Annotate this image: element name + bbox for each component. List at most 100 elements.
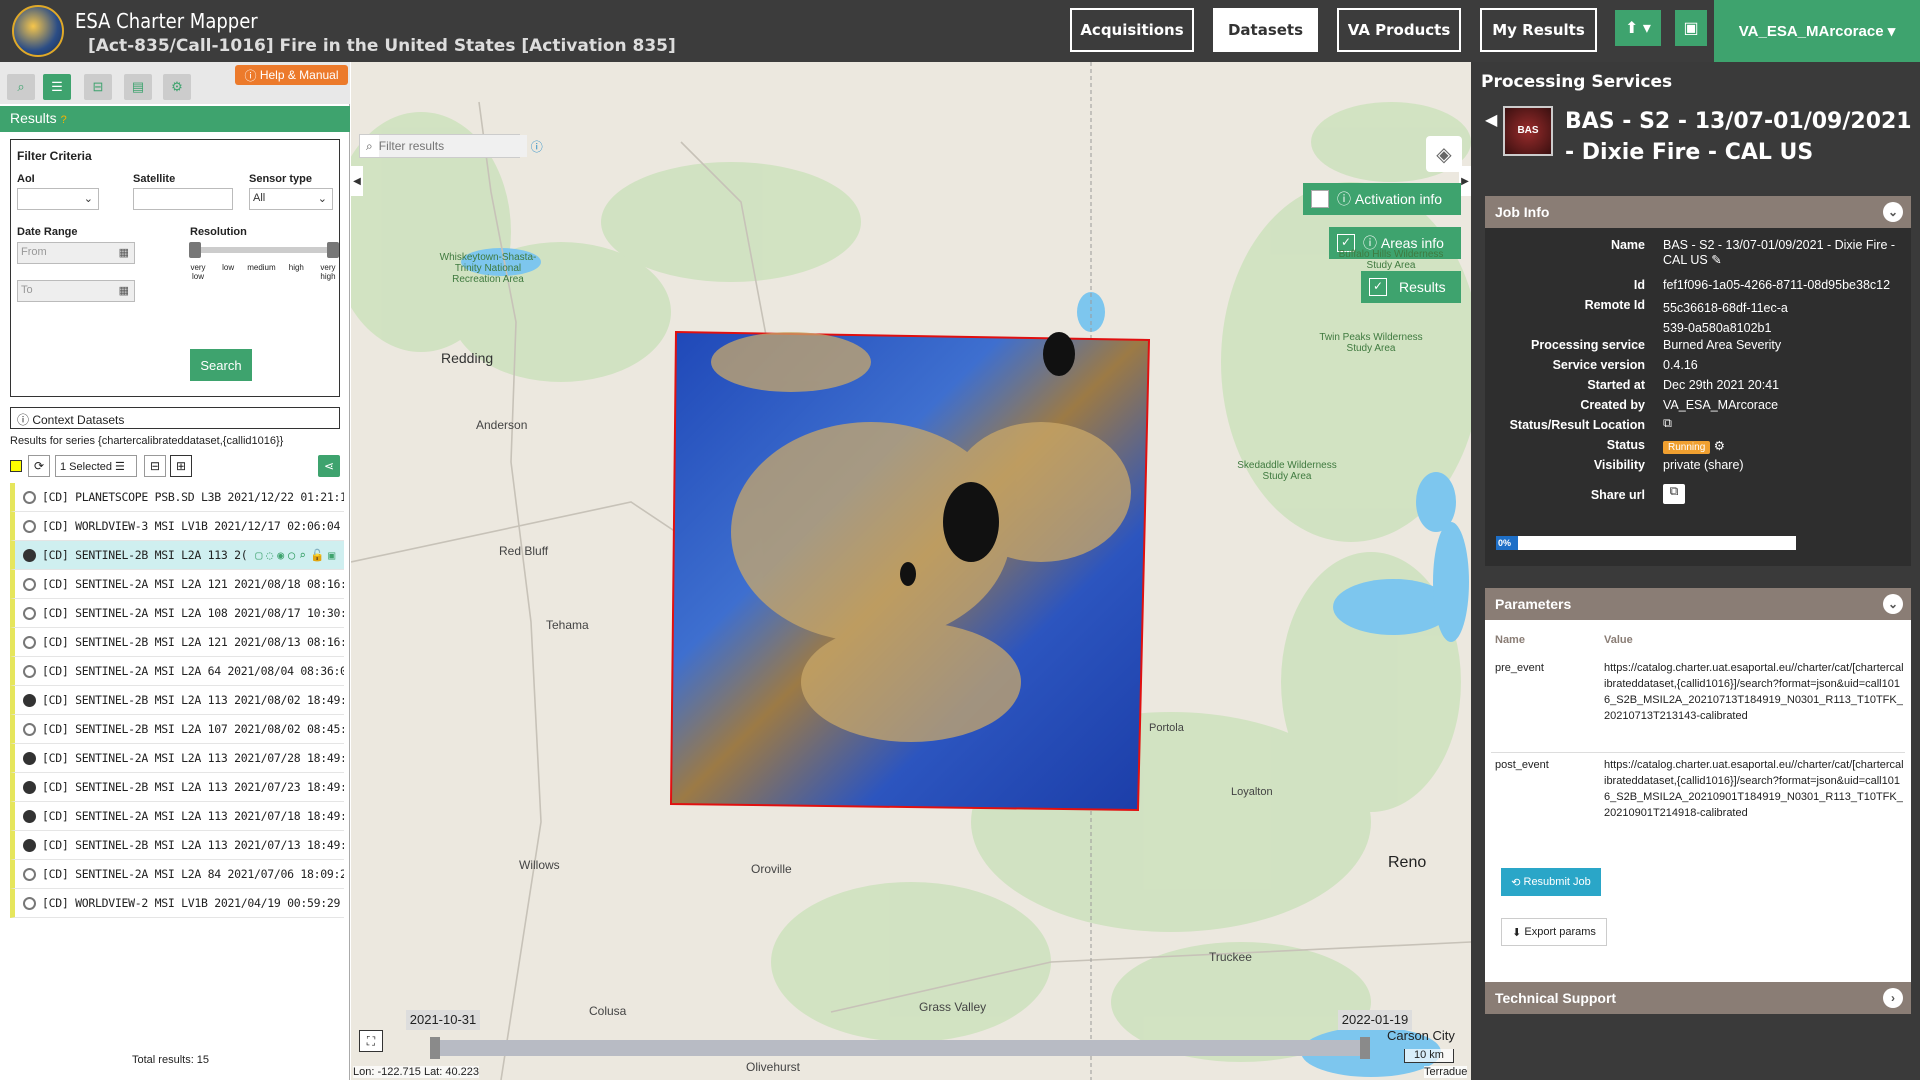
list-item[interactable]: [CD] SENTINEL-2A MSI L2A 108 2021/08/17 … [10, 599, 344, 628]
list-item[interactable]: [CD] SENTINEL-2B MSI L2A 113 2021/07/23 … [10, 773, 344, 802]
chevron-down-icon[interactable]: ⌄ [1883, 594, 1903, 614]
list-item[interactable]: [CD] SENTINEL-2B MSI L2A 121 2021/08/13 … [10, 628, 344, 657]
export-label: Export params [1524, 926, 1596, 938]
settings-tab[interactable]: ⚙ [163, 74, 191, 100]
collapse-left-arrow[interactable]: ◀ [351, 166, 363, 196]
filter-results-input[interactable] [378, 135, 527, 157]
back-arrow[interactable]: ◀ [1485, 110, 1497, 130]
calendar-icon[interactable]: ▦ [119, 246, 129, 259]
add-to-basket-button[interactable]: ⊟ [144, 455, 166, 477]
top-bar: ESA Charter Mapper [Act-835/Call-1016] F… [0, 0, 1920, 62]
list-item[interactable]: [CD] PLANETSCOPE PSB.SD L3B 2021/12/22 0… [10, 483, 344, 512]
series-text: Results for series {chartercalibrateddat… [10, 435, 284, 447]
map-view[interactable]: ⌕ ⓘ ◀ ▶ ◈ ⓘ Activation info ✓ ⓘ Areas in… [351, 62, 1471, 1080]
place-label: Olivehurst [746, 1060, 801, 1074]
archive-tab[interactable]: ▤ [124, 74, 152, 100]
sensor-select[interactable]: All ⌄ [249, 188, 333, 210]
progress-fill: 0% [1496, 536, 1518, 550]
calendar-icon[interactable]: ▦ [119, 284, 129, 297]
external-link-icon[interactable]: ⧉ [1663, 416, 1672, 431]
copy-share-url-button[interactable]: ⧉ [1663, 484, 1685, 504]
export-params-button[interactable]: ⬇ Export params [1501, 918, 1607, 946]
search-tab[interactable]: ⌕ [7, 74, 35, 100]
item-actions-icons[interactable]: ▢◌◉◯⌕🔓▣ [255, 548, 339, 562]
item-label: [CD] SENTINEL-2A MSI L2A 108 2021/08/17 … [42, 606, 344, 620]
timeline-handle-start[interactable] [430, 1037, 440, 1059]
new-basket-button[interactable]: ⊞ [170, 455, 192, 477]
aoi-select[interactable]: ⌄ [17, 188, 99, 210]
tick-label: high [288, 263, 304, 272]
results-checkbox[interactable]: ✓ [1369, 278, 1387, 296]
date-range-label: Date Range [17, 226, 78, 238]
place-label: Truckee [1209, 950, 1252, 964]
search-button[interactable]: Search [190, 349, 252, 381]
slider-handle-min[interactable] [189, 242, 201, 258]
list-item[interactable]: [CD] SENTINEL-2B MSI L2A 113 2021/07/13 … [10, 831, 344, 860]
info-value: Burned Area Severity [1663, 338, 1782, 352]
results-toolbar: ⟳ 1 Selected ☰ ⊟ ⊞ ⋖ [10, 455, 340, 477]
layers-icon: ◈ [1436, 143, 1452, 166]
resolution-slider[interactable] [189, 242, 339, 258]
selected-menu[interactable]: 1 Selected ☰ [55, 455, 137, 477]
esa-charter-logo[interactable] [12, 5, 64, 57]
satellite-input[interactable] [133, 188, 233, 210]
gear-icon[interactable]: ⚙ [1714, 439, 1725, 453]
place-label: Red Bluff [499, 544, 549, 558]
list-tab[interactable]: ☰ [43, 74, 71, 100]
list-item[interactable]: [CD] SENTINEL-2B MSI L2A 107 2021/08/02 … [10, 715, 344, 744]
date-from-input[interactable]: From ▦ [17, 242, 135, 264]
item-label: [CD] WORLDVIEW-3 MSI LV1B 2021/12/17 02:… [42, 519, 341, 533]
timeline-handle-end[interactable] [1360, 1037, 1370, 1059]
chevron-right-icon[interactable]: › [1883, 988, 1903, 1008]
context-datasets-box[interactable]: ⓘ Context Datasets [10, 407, 340, 429]
date-to-input[interactable]: To ▦ [17, 280, 135, 302]
list-item[interactable]: [CD] SENTINEL-2A MSI L2A 121 2021/08/18 … [10, 570, 344, 599]
info-icon[interactable]: ⓘ [527, 138, 547, 155]
timeline-end-date: 2022-01-19 [1338, 1010, 1412, 1030]
basket-tab[interactable]: ⊟ [84, 74, 112, 100]
globe-icon [23, 809, 36, 823]
list-item[interactable]: [CD] SENTINEL-2A MSI L2A 84 2021/07/06 1… [10, 860, 344, 889]
nav-acquisitions[interactable]: Acquisitions [1070, 8, 1194, 52]
select-all-checkbox[interactable] [10, 460, 22, 472]
visibility-value[interactable]: private (share) [1663, 458, 1908, 472]
list-item-selected[interactable]: [CD] SENTINEL-2B MSI L2A 113 2(▢◌◉◯⌕🔓▣ [10, 541, 344, 570]
place-label: Loyalton [1231, 786, 1273, 798]
upload-menu-button[interactable]: ⬆ ▾ [1615, 10, 1661, 46]
list-item[interactable]: [CD] SENTINEL-2A MSI L2A 113 2021/07/18 … [10, 802, 344, 831]
results-toggle[interactable]: ✓ Results [1361, 271, 1461, 303]
fullscreen-button[interactable]: ⛶ [359, 1030, 383, 1052]
chevron-down-icon[interactable]: ⌄ [1883, 202, 1903, 222]
timeline-bar[interactable] [430, 1037, 1370, 1059]
help-manual-button[interactable]: ⓘ Help & Manual [235, 65, 348, 85]
park-label: Twin Peaks Wilderness Study Area [1319, 332, 1423, 354]
edit-pencil-icon[interactable]: ✎ [1711, 253, 1721, 267]
parameters-header[interactable]: Parameters ⌄ [1485, 588, 1911, 620]
layers-button[interactable]: ◈ [1426, 136, 1462, 172]
place-label: Reno [1388, 854, 1427, 871]
results-label: Results [10, 110, 57, 126]
activation-info-toggle[interactable]: ⓘ Activation info [1303, 183, 1461, 215]
tick-label: low [222, 263, 235, 272]
nav-datasets[interactable]: Datasets [1213, 8, 1318, 52]
info-key: Status [1606, 438, 1645, 452]
resubmit-job-button[interactable]: ⟲ Resubmit Job [1501, 868, 1601, 896]
item-label: [CD] SENTINEL-2B MSI L2A 113 2021/07/23 … [42, 780, 344, 794]
share-button[interactable]: ⋖ [318, 455, 340, 477]
list-item[interactable]: [CD] SENTINEL-2A MSI L2A 113 2021/07/28 … [10, 744, 344, 773]
help-icon[interactable]: ? [61, 114, 67, 126]
refresh-button[interactable]: ⟳ [28, 455, 50, 477]
briefcase-button[interactable]: ▣ [1675, 10, 1707, 46]
nav-my-results[interactable]: My Results [1480, 8, 1597, 52]
technical-support-header[interactable]: Technical Support › [1485, 982, 1911, 1014]
nav-va-products[interactable]: VA Products [1337, 8, 1461, 52]
user-menu[interactable]: VA_ESA_MArcorace ▾ [1714, 0, 1920, 62]
slider-handle-max[interactable] [327, 242, 339, 258]
info-value: 55c36618-68df-11ec-a539-0a580a8102b1 [1663, 301, 1788, 335]
list-item[interactable]: [CD] WORLDVIEW-2 MSI LV1B 2021/04/19 00:… [10, 889, 344, 918]
activation-checkbox[interactable] [1311, 190, 1329, 208]
job-info-header[interactable]: Job Info ⌄ [1485, 196, 1911, 228]
list-item[interactable]: [CD] SENTINEL-2B MSI L2A 113 2021/08/02 … [10, 686, 344, 715]
list-item[interactable]: [CD] SENTINEL-2A MSI L2A 64 2021/08/04 0… [10, 657, 344, 686]
list-item[interactable]: [CD] WORLDVIEW-3 MSI LV1B 2021/12/17 02:… [10, 512, 344, 541]
